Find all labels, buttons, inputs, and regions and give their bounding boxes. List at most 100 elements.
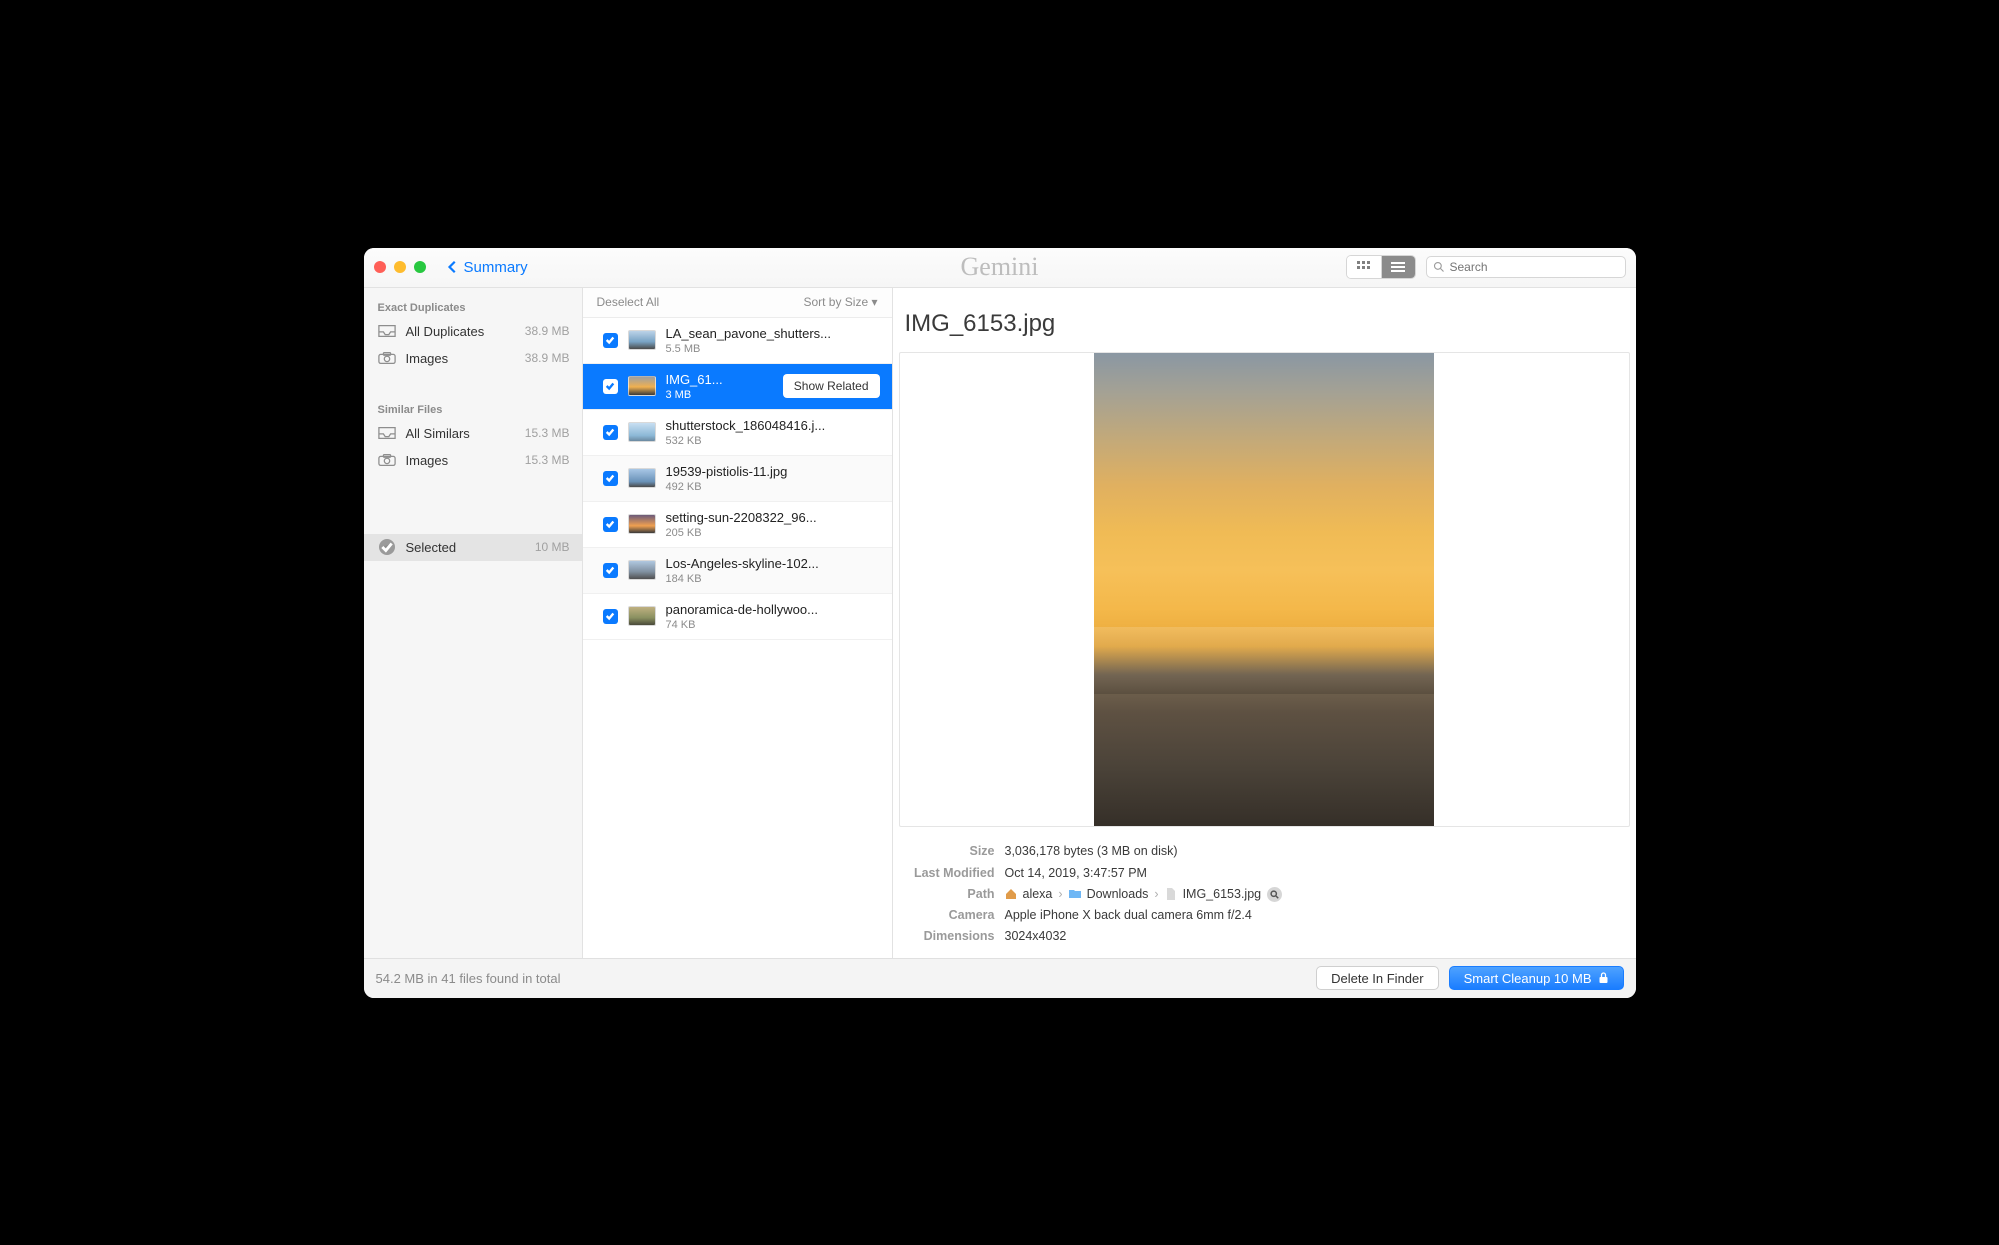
sidebar-item-label: Images: [406, 453, 515, 468]
minimize-window-icon[interactable]: [394, 261, 406, 273]
file-row-text: 19539-pistiolis-11.jpg492 KB: [666, 464, 880, 493]
thumbnail: [628, 422, 656, 442]
sidebar-item-all-similars[interactable]: All Similars 15.3 MB: [364, 420, 582, 447]
search-field[interactable]: [1426, 256, 1626, 278]
camera-icon: [378, 351, 396, 365]
file-row[interactable]: IMG_61... 3 MB Show Related: [583, 364, 892, 410]
meta-key-camera: Camera: [905, 905, 995, 926]
preview-panel: IMG_6153.jpg Size 3,036,178 bytes (3 MB …: [893, 288, 1636, 958]
meta-value-dimensions: 3024x4032: [1005, 926, 1067, 947]
file-size: 74 KB: [666, 619, 880, 631]
delete-in-finder-button[interactable]: Delete In Finder: [1316, 966, 1439, 990]
checkbox[interactable]: [603, 563, 618, 578]
sidebar-item-selected[interactable]: Selected 10 MB: [364, 534, 582, 561]
back-button[interactable]: Summary: [440, 257, 534, 278]
window-controls: [374, 261, 426, 273]
checkbox[interactable]: [603, 333, 618, 348]
file-name: Los-Angeles-skyline-102...: [666, 556, 880, 571]
smart-cleanup-button[interactable]: Smart Cleanup 10 MB: [1449, 966, 1624, 990]
file-row[interactable]: setting-sun-2208322_96...205 KB: [583, 502, 892, 548]
sidebar-item-images-similar[interactable]: Images 15.3 MB: [364, 447, 582, 474]
thumbnail: [628, 330, 656, 350]
sidebar-item-label: Images: [406, 351, 515, 366]
file-row-text: setting-sun-2208322_96...205 KB: [666, 510, 880, 539]
file-name: 19539-pistiolis-11.jpg: [666, 464, 880, 479]
file-row[interactable]: Los-Angeles-skyline-102...184 KB: [583, 548, 892, 594]
sidebar-item-size: 38.9 MB: [525, 324, 570, 338]
meta-value-path: alexa › Downloads › IMG_6153.jpg: [1005, 884, 1283, 905]
checkmark-circle-icon: [378, 540, 396, 554]
path-part[interactable]: Downloads: [1087, 884, 1149, 905]
footer: 54.2 MB in 41 files found in total Delet…: [364, 958, 1636, 998]
search-input[interactable]: [1450, 260, 1619, 274]
meta-key-last-modified: Last Modified: [905, 863, 995, 884]
view-mode-toggle: [1346, 255, 1416, 279]
file-row-text: panoramica-de-hollywoo...74 KB: [666, 602, 880, 631]
file-row[interactable]: shutterstock_186048416.j... 532 KB: [583, 410, 892, 456]
thumbnail: [628, 514, 656, 534]
cleanup-label: Smart Cleanup 10 MB: [1464, 971, 1592, 986]
status-text: 54.2 MB in 41 files found in total: [376, 971, 561, 986]
sidebar-item-label: All Similars: [406, 426, 515, 441]
back-label: Summary: [464, 259, 528, 276]
file-list[interactable]: LA_sean_pavone_shutters...5.5 MB IMG_61..…: [583, 318, 892, 958]
app-window: Summary Gemini Exact Duplicates: [364, 248, 1636, 998]
file-row[interactable]: LA_sean_pavone_shutters...5.5 MB: [583, 318, 892, 364]
thumbnail: [628, 468, 656, 488]
sidebar-header-exact: Exact Duplicates: [364, 294, 582, 318]
file-size: 5.5 MB: [666, 343, 880, 355]
main-body: Exact Duplicates All Duplicates 38.9 MB …: [364, 288, 1636, 958]
sidebar-item-size: 38.9 MB: [525, 351, 570, 365]
file-row-text: Los-Angeles-skyline-102...184 KB: [666, 556, 880, 585]
meta-key-size: Size: [905, 841, 995, 862]
sidebar-item-all-duplicates[interactable]: All Duplicates 38.9 MB: [364, 318, 582, 345]
file-row-text: shutterstock_186048416.j... 532 KB: [666, 418, 880, 447]
file-row-text: LA_sean_pavone_shutters...5.5 MB: [666, 326, 880, 355]
sort-button[interactable]: Sort by Size ▾: [803, 295, 877, 309]
file-size: 3 MB: [666, 389, 773, 401]
path-part[interactable]: alexa: [1023, 884, 1053, 905]
preview-title: IMG_6153.jpg: [899, 288, 1630, 352]
grid-icon: [1357, 261, 1371, 273]
file-size: 532 KB: [666, 435, 880, 447]
toolbar-right: [1346, 255, 1626, 279]
file-list-panel: Deselect All Sort by Size ▾ LA_sean_pavo…: [583, 288, 893, 958]
delete-label: Delete In Finder: [1331, 971, 1424, 986]
tray-icon: [378, 426, 396, 440]
file-name: IMG_61...: [666, 372, 773, 387]
file-row-text: IMG_61... 3 MB: [666, 372, 773, 401]
file-name: shutterstock_186048416.j...: [666, 418, 880, 433]
sidebar-item-label: Selected: [406, 540, 525, 555]
path-part[interactable]: IMG_6153.jpg: [1183, 884, 1262, 905]
zoom-window-icon[interactable]: [414, 261, 426, 273]
grid-view-button[interactable]: [1347, 256, 1381, 278]
thumbnail: [628, 606, 656, 626]
sidebar-item-images-exact[interactable]: Images 38.9 MB: [364, 345, 582, 372]
checkbox[interactable]: [603, 425, 618, 440]
sidebar-header-similar: Similar Files: [364, 396, 582, 420]
meta-value-camera: Apple iPhone X back dual camera 6mm f/2.…: [1005, 905, 1252, 926]
folder-icon: [1069, 888, 1081, 900]
checkbox[interactable]: [603, 609, 618, 624]
checkbox[interactable]: [603, 517, 618, 532]
checkbox[interactable]: [603, 471, 618, 486]
sidebar-item-size: 10 MB: [535, 540, 570, 554]
reveal-in-finder-button[interactable]: [1267, 887, 1282, 902]
sidebar-item-label: All Duplicates: [406, 324, 515, 339]
preview-image: [1094, 353, 1434, 827]
file-row[interactable]: 19539-pistiolis-11.jpg492 KB: [583, 456, 892, 502]
camera-icon: [378, 453, 396, 467]
lock-icon: [1598, 972, 1609, 984]
deselect-all-button[interactable]: Deselect All: [597, 295, 660, 309]
preview-image-container: [899, 352, 1630, 828]
list-icon: [1391, 261, 1405, 273]
close-window-icon[interactable]: [374, 261, 386, 273]
file-row[interactable]: panoramica-de-hollywoo...74 KB: [583, 594, 892, 640]
show-related-button[interactable]: Show Related: [783, 374, 880, 398]
file-list-header: Deselect All Sort by Size ▾: [583, 288, 892, 318]
sidebar-item-size: 15.3 MB: [525, 453, 570, 467]
home-icon: [1005, 888, 1017, 900]
list-view-button[interactable]: [1381, 256, 1415, 278]
checkbox[interactable]: [603, 379, 618, 394]
file-name: setting-sun-2208322_96...: [666, 510, 880, 525]
